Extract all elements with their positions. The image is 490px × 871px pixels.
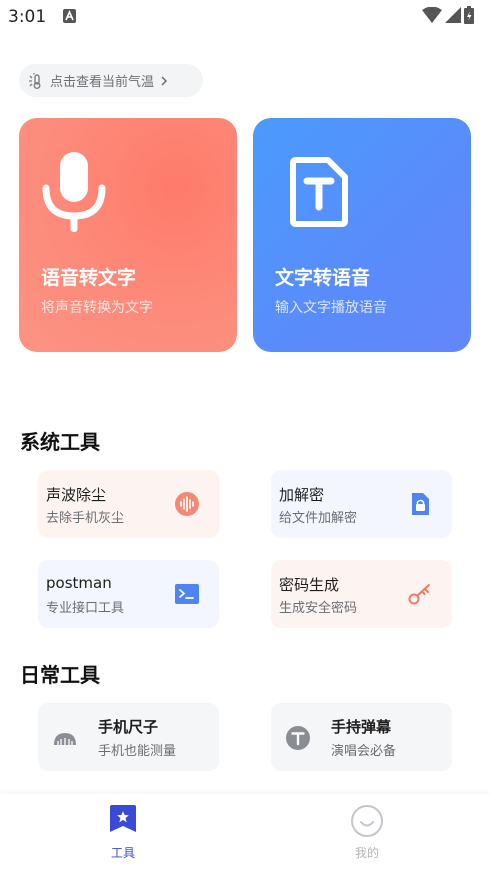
wifi-icon xyxy=(422,7,442,23)
tool-name: 密码生成 xyxy=(279,576,340,594)
tool-password-gen[interactable]: 密码生成 生成安全密码 xyxy=(271,560,452,628)
tool-name: 手持弹幕 xyxy=(331,718,392,736)
tool-desc: 专业接口工具 xyxy=(46,601,125,616)
ruler-icon xyxy=(54,733,76,745)
nav-label: 我的 xyxy=(354,846,379,860)
bookmark-star-icon xyxy=(110,805,136,832)
sound-wave-icon xyxy=(175,492,199,516)
nav-tab-mine[interactable]: 我的 xyxy=(327,804,407,861)
bottom-nav: 工具 我的 xyxy=(0,794,490,871)
nav-label: 工具 xyxy=(110,846,135,860)
tool-phone-ruler[interactable]: 手机尺子 手机也能测量 xyxy=(38,703,219,771)
section-title-system-tools: 系统工具 xyxy=(20,430,100,454)
card-subtitle: 输入文字播放语音 xyxy=(275,300,387,316)
tool-name: 手机尺子 xyxy=(98,718,159,736)
t-circle-icon xyxy=(286,726,310,750)
key-icon xyxy=(408,584,430,605)
card-title: 文字转语音 xyxy=(275,267,371,289)
section-title-daily-tools: 日常工具 xyxy=(20,663,100,687)
status-icons xyxy=(422,6,474,24)
text-document-icon xyxy=(290,157,348,227)
tool-desc: 手机也能测量 xyxy=(98,744,177,759)
nav-tab-tools[interactable]: 工具 xyxy=(83,804,163,861)
terminal-icon xyxy=(175,584,199,604)
tool-name: 声波除尘 xyxy=(46,486,107,504)
microphone-icon xyxy=(42,152,106,232)
tool-encrypt[interactable]: 加解密 给文件加解密 xyxy=(271,470,452,538)
notification-icon xyxy=(63,9,76,23)
battery-icon xyxy=(464,6,474,24)
status-bar: 3:01 xyxy=(0,0,490,34)
thermometer-sun-icon xyxy=(29,72,41,89)
tool-handheld-barrage[interactable]: 手持弹幕 演唱会必备 xyxy=(271,703,452,771)
tool-desc: 给文件加解密 xyxy=(279,511,358,526)
lock-file-icon xyxy=(412,493,429,515)
tool-desc: 生成安全密码 xyxy=(279,601,358,616)
status-time: 3:01 xyxy=(8,7,47,27)
tool-name: 加解密 xyxy=(279,486,325,504)
weather-button[interactable]: 点击查看当前气温 xyxy=(19,64,203,97)
text-to-speech-card[interactable]: 文字转语音 输入文字播放语音 xyxy=(253,118,471,352)
tool-name: postman xyxy=(46,574,112,592)
signal-icon xyxy=(445,7,461,23)
chevron-right-icon xyxy=(161,75,168,86)
tool-desc: 演唱会必备 xyxy=(331,744,397,759)
tool-sound-dust[interactable]: 声波除尘 去除手机灰尘 xyxy=(38,470,219,538)
speech-to-text-card[interactable]: 语音转文字 将声音转换为文字 xyxy=(19,118,237,352)
card-title: 语音转文字 xyxy=(41,267,137,289)
tool-desc: 去除手机灰尘 xyxy=(46,511,125,526)
weather-label: 点击查看当前气温 xyxy=(50,75,155,90)
card-subtitle: 将声音转换为文字 xyxy=(41,300,153,316)
tool-postman[interactable]: postman 专业接口工具 xyxy=(38,560,219,628)
smiley-icon xyxy=(351,805,383,837)
